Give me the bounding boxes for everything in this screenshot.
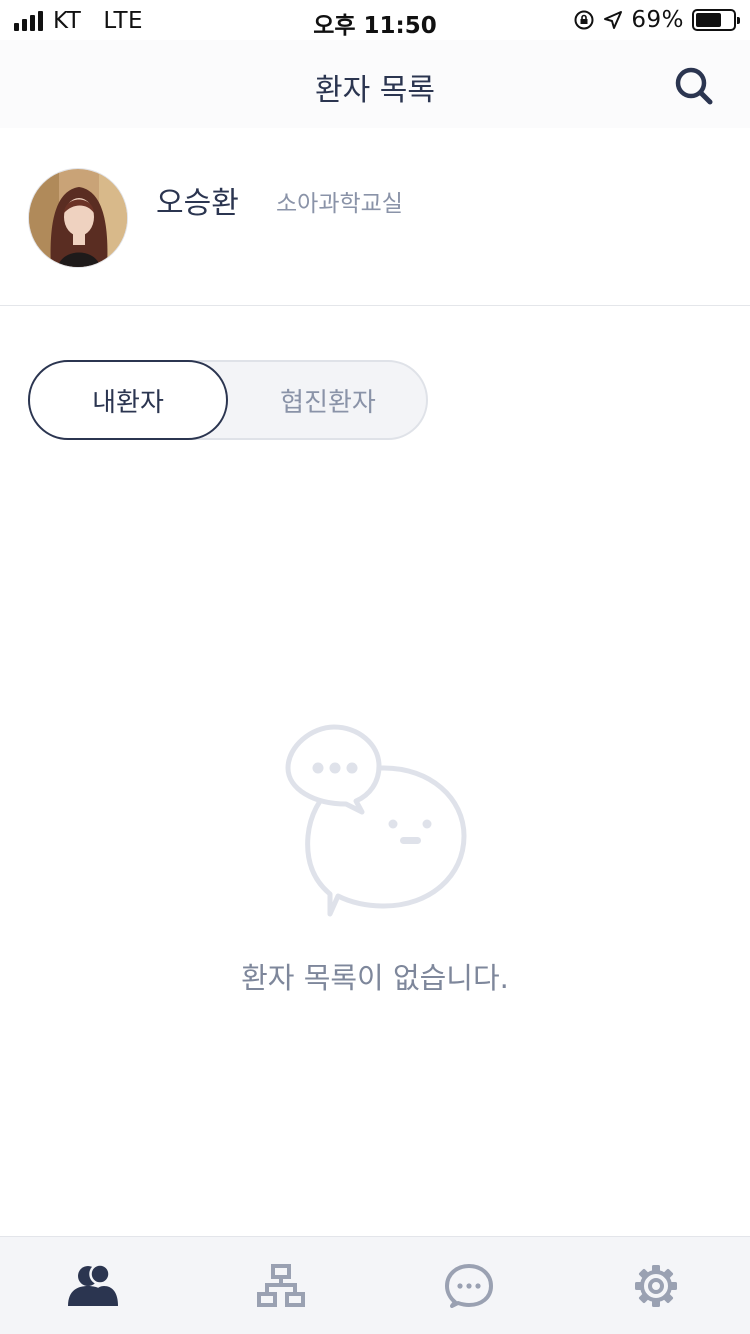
settings-icon [635, 1265, 678, 1307]
battery-percent: 69% [631, 7, 684, 33]
user-name: 오승환 [156, 186, 239, 221]
chat-icon [444, 1264, 493, 1308]
search-icon [675, 67, 713, 105]
tab-my-patients[interactable]: 내환자 [28, 360, 228, 440]
chat-bubbles-icon [284, 724, 470, 920]
patient-filter-segment: 내환자 협진환자 [28, 360, 428, 440]
tab-consult-patients[interactable]: 협진환자 [228, 360, 428, 440]
empty-message: 환자 목록이 없습니다. [241, 961, 509, 995]
user-department: 소아과학교실 [276, 191, 403, 217]
status-right: 69% [573, 7, 740, 33]
profile-section: 오승환 소아과학교실 [0, 128, 750, 306]
tab-organization[interactable] [188, 1237, 376, 1334]
tab-chat[interactable] [375, 1237, 563, 1334]
tab-patients[interactable] [0, 1237, 188, 1334]
organization-icon [257, 1264, 306, 1307]
avatar[interactable] [28, 168, 128, 268]
status-bar: KT LTE 오후 11:50 69% [0, 0, 750, 40]
tab-settings[interactable] [563, 1237, 750, 1334]
patients-icon [67, 1264, 118, 1306]
bottom-tab-bar [0, 1236, 750, 1334]
nav-header: 환자 목록 [0, 40, 750, 128]
location-arrow-icon [604, 11, 623, 29]
page-title: 환자 목록 [315, 73, 435, 108]
battery-icon [692, 9, 740, 31]
rotation-lock-icon [574, 10, 594, 30]
search-button[interactable] [672, 64, 716, 108]
